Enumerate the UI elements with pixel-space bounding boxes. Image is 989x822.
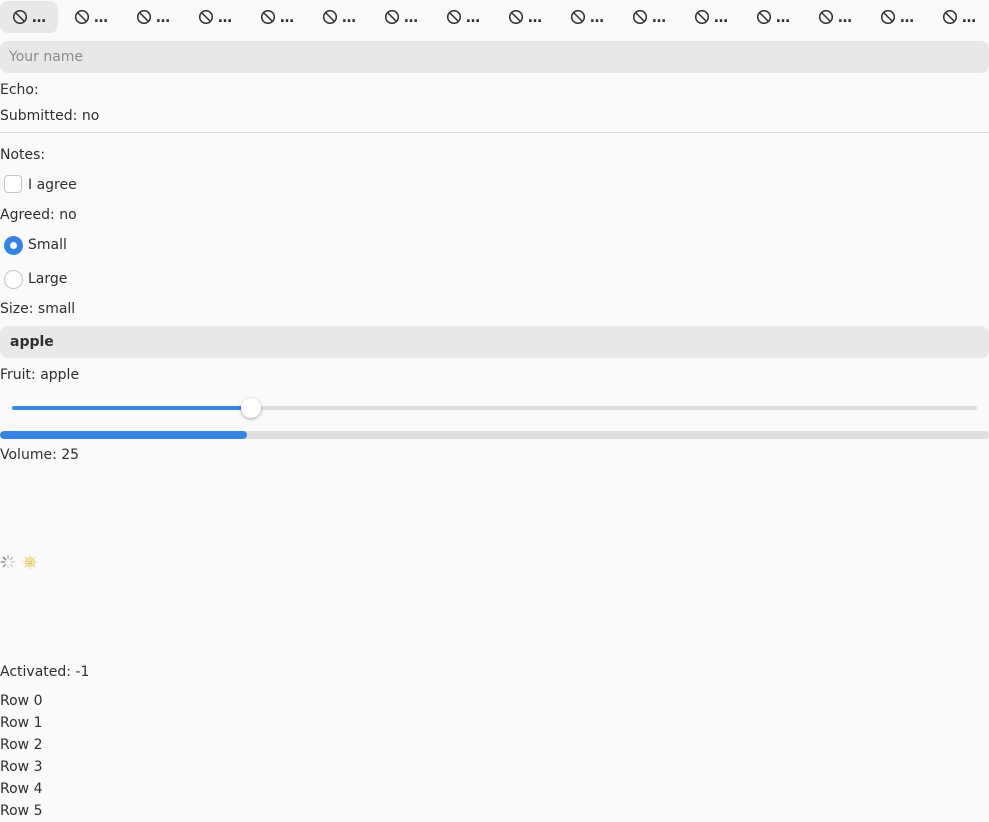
tab-label: … [838,10,852,26]
notes-label: Notes: [0,147,46,163]
radio-large-label[interactable]: Large [28,271,67,287]
prohibited-icon [632,9,648,25]
prohibited-icon [818,9,834,25]
volume-progress-fill [0,431,248,439]
prohibited-icon [322,9,338,25]
prohibited-icon [260,9,276,25]
list-item[interactable]: Row 1 [0,712,42,734]
weather-sun-icon [22,554,38,570]
tab-7[interactable]: … [434,1,492,33]
volume-slider-handle[interactable] [241,398,262,418]
row-list: Row 0 Row 1 Row 2 Row 3 Row 4 Row 5 [0,690,42,822]
fruit-label: Fruit: apple [0,367,80,383]
tab-8[interactable]: … [496,1,554,33]
tab-label: … [714,10,728,26]
tab-14[interactable]: … [868,1,926,33]
separator [0,132,989,133]
tab-label: … [280,10,294,26]
tab-label: … [466,10,480,26]
tab-bar: … … … … … … … … … … … … … … … … [0,0,989,34]
volume-slider-fill [12,406,254,410]
prohibited-icon [508,9,524,25]
spinner-icon [0,554,16,570]
volume-label: Volume: 25 [0,447,80,463]
list-item[interactable]: Row 5 [0,800,42,822]
volume-slider-track[interactable] [12,406,977,410]
prohibited-icon [136,9,152,25]
tab-label: … [962,10,976,26]
tab-label: … [776,10,790,26]
tab-1[interactable]: … [62,1,120,33]
radio-small[interactable] [4,236,23,255]
tab-9[interactable]: … [558,1,616,33]
tab-label: … [156,10,170,26]
submitted-label: Submitted: no [0,108,100,124]
tab-4[interactable]: … [248,1,306,33]
tab-15[interactable]: … [930,1,988,33]
tab-label: … [32,10,46,26]
size-label: Size: small [0,301,76,317]
tab-label: … [528,10,542,26]
tab-label: … [652,10,666,26]
tab-0[interactable]: … [0,1,58,33]
prohibited-icon [74,9,90,25]
tab-3[interactable]: … [186,1,244,33]
tab-label: … [218,10,232,26]
tab-10[interactable]: … [620,1,678,33]
prohibited-icon [198,9,214,25]
prohibited-icon [694,9,710,25]
list-item[interactable]: Row 0 [0,690,42,712]
tab-label: … [342,10,356,26]
volume-progress-bar [0,431,989,439]
prohibited-icon [942,9,958,25]
agreed-label: Agreed: no [0,207,77,223]
tab-13[interactable]: … [806,1,864,33]
prohibited-icon [446,9,462,25]
tab-label: … [94,10,108,26]
tab-2[interactable]: … [124,1,182,33]
fruit-dropdown[interactable]: apple [0,326,989,358]
name-input[interactable] [0,41,989,73]
prohibited-icon [384,9,400,25]
tab-label: … [590,10,604,26]
list-item[interactable]: Row 2 [0,734,42,756]
agree-checkbox[interactable] [4,175,22,193]
activated-label: Activated: -1 [0,664,90,680]
tab-6[interactable]: … [372,1,430,33]
radio-large[interactable] [4,270,23,289]
list-item[interactable]: Row 4 [0,778,42,800]
prohibited-icon [570,9,586,25]
tab-label: … [900,10,914,26]
echo-label: Echo: [0,82,39,98]
tab-11[interactable]: … [682,1,740,33]
agree-checkbox-label[interactable]: I agree [28,177,77,193]
fruit-dropdown-value: apple [10,334,54,350]
tab-12[interactable]: … [744,1,802,33]
list-item[interactable]: Row 3 [0,756,42,778]
tab-5[interactable]: … [310,1,368,33]
prohibited-icon [756,9,772,25]
tab-label: … [404,10,418,26]
prohibited-icon [880,9,896,25]
radio-small-label[interactable]: Small [28,237,67,253]
prohibited-icon [12,9,28,25]
